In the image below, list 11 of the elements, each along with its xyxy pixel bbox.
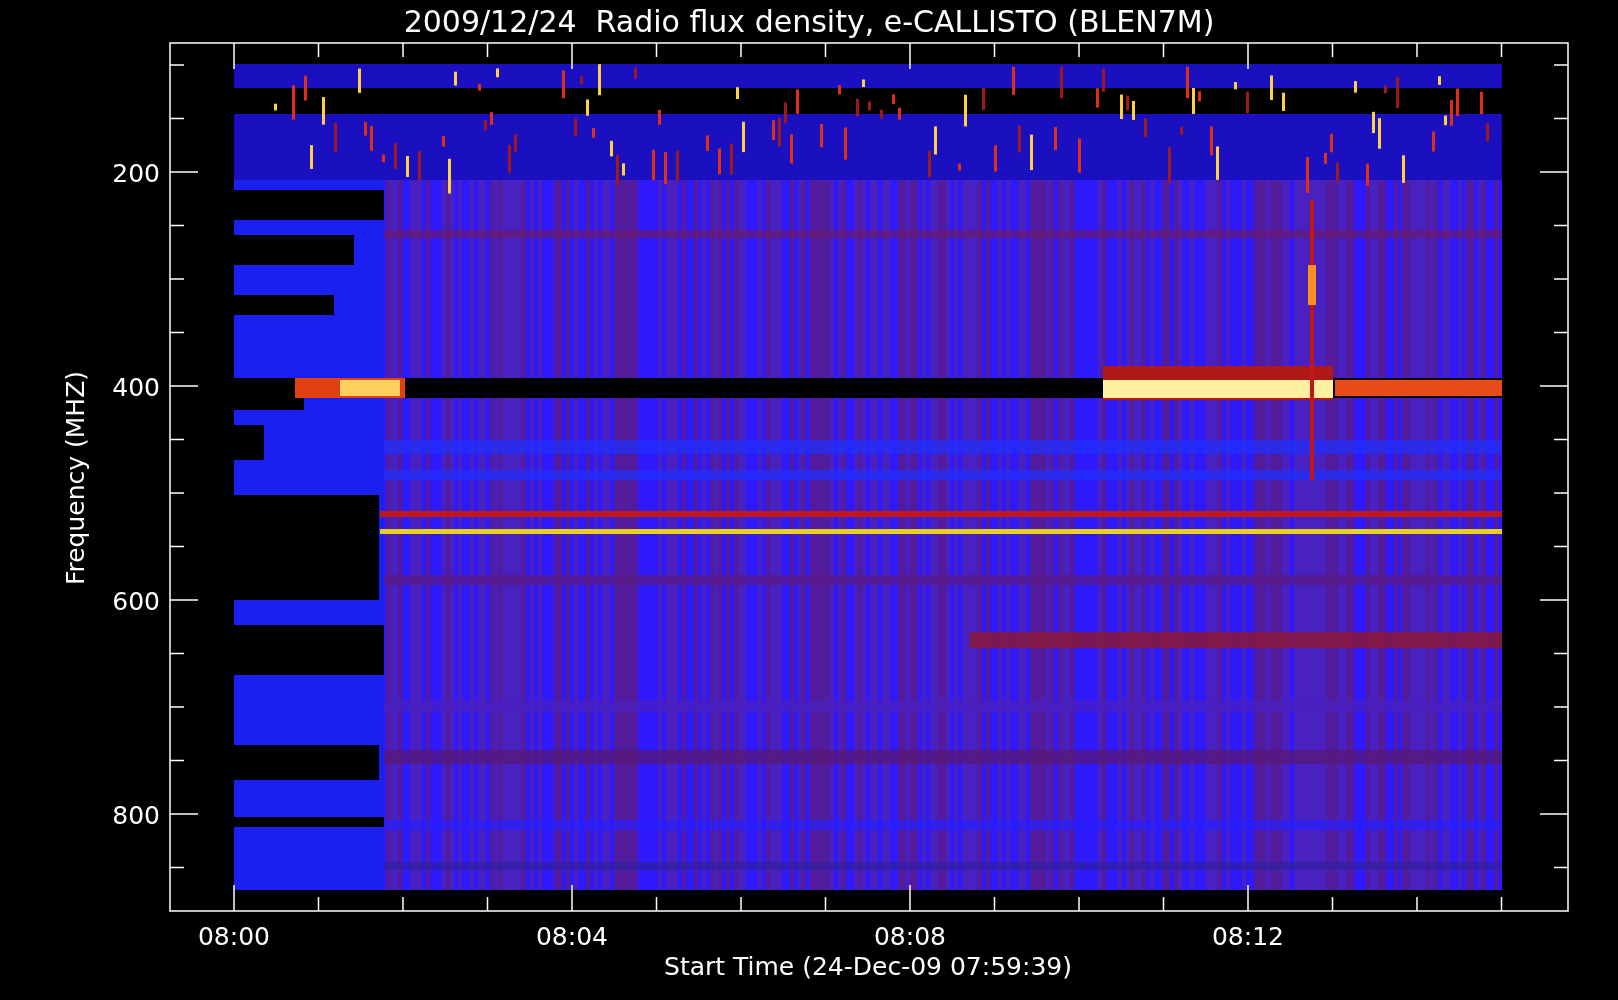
- axis-tick-label: 400: [112, 373, 160, 402]
- axis-tick-label: 08:12: [1212, 922, 1284, 951]
- axis-tick-label: 600: [112, 587, 160, 616]
- axis-tick-label: 800: [112, 801, 160, 830]
- axis-label: Frequency (MHZ): [61, 370, 90, 586]
- axis-tick-label: 08:00: [198, 922, 270, 951]
- axis-tick-label: 08:04: [536, 922, 608, 951]
- axis-tick-label: 200: [112, 159, 160, 188]
- chart-title: 2009/12/24 Radio flux density, e-CALLISTO (BLEN7M): [403, 4, 1215, 39]
- axis-tick-label: 08:08: [874, 922, 946, 951]
- axis-label: Start Time (24-Dec-09 07:59:39): [664, 952, 1072, 981]
